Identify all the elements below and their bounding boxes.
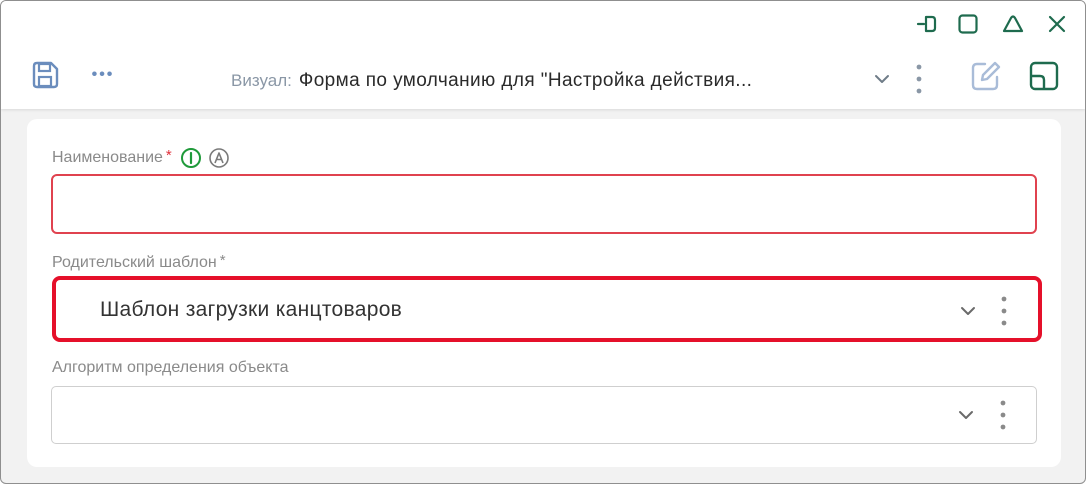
more-actions-button[interactable]: ••• (85, 63, 121, 87)
visual-chevron-down-icon[interactable] (870, 67, 894, 91)
algorithm-chevron-down-icon[interactable] (952, 401, 980, 429)
visual-value: Форма по умолчанию для "Настройка действ… (298, 70, 753, 91)
form-card: Наименование * Родительский шаблон * Шаб… (27, 119, 1061, 467)
close-icon[interactable] (1044, 11, 1070, 37)
parent-template-label-text: Родительский шаблон (52, 254, 217, 271)
parent-template-value: Шаблон загрузки канцтоваров (100, 298, 403, 321)
algorithm-field-label: Алгоритм определения объекта (52, 359, 288, 377)
restore-window-icon[interactable] (1027, 59, 1061, 93)
algorithm-select[interactable] (51, 386, 1037, 444)
parent-template-chevron-down-icon[interactable] (954, 297, 982, 325)
dialog-window: ••• Визуал: Форма по умолчанию для "Наст… (0, 0, 1086, 484)
algorithm-label-text: Алгоритм определения объекта (52, 359, 289, 376)
visual-label: Визуал: (231, 71, 292, 90)
title-bar: ••• Визуал: Форма по умолчанию для "Наст… (1, 1, 1085, 109)
algorithm-kebab-icon[interactable] (996, 397, 1010, 433)
name-label-text: Наименование (52, 149, 163, 166)
parent-template-select[interactable]: Шаблон загрузки канцтоваров (52, 276, 1042, 342)
edit-icon[interactable] (969, 59, 1003, 93)
parent-template-field-label: Родительский шаблон * (52, 251, 226, 272)
collapse-icon[interactable] (1000, 11, 1026, 37)
name-field-label: Наименование * (52, 147, 230, 169)
name-input[interactable] (51, 174, 1037, 234)
visual-kebab-icon[interactable] (909, 61, 929, 97)
save-icon[interactable] (29, 59, 61, 91)
required-marker: * (219, 251, 226, 269)
required-marker: * (165, 146, 172, 164)
parent-template-kebab-icon[interactable] (997, 293, 1011, 329)
visual-selector[interactable]: Визуал: Форма по умолчанию для "Настройк… (231, 65, 752, 97)
localization-info-icon[interactable] (180, 147, 202, 169)
maximize-icon[interactable] (955, 11, 981, 37)
pin-icon[interactable] (914, 11, 940, 37)
auto-fill-icon[interactable] (208, 147, 230, 169)
